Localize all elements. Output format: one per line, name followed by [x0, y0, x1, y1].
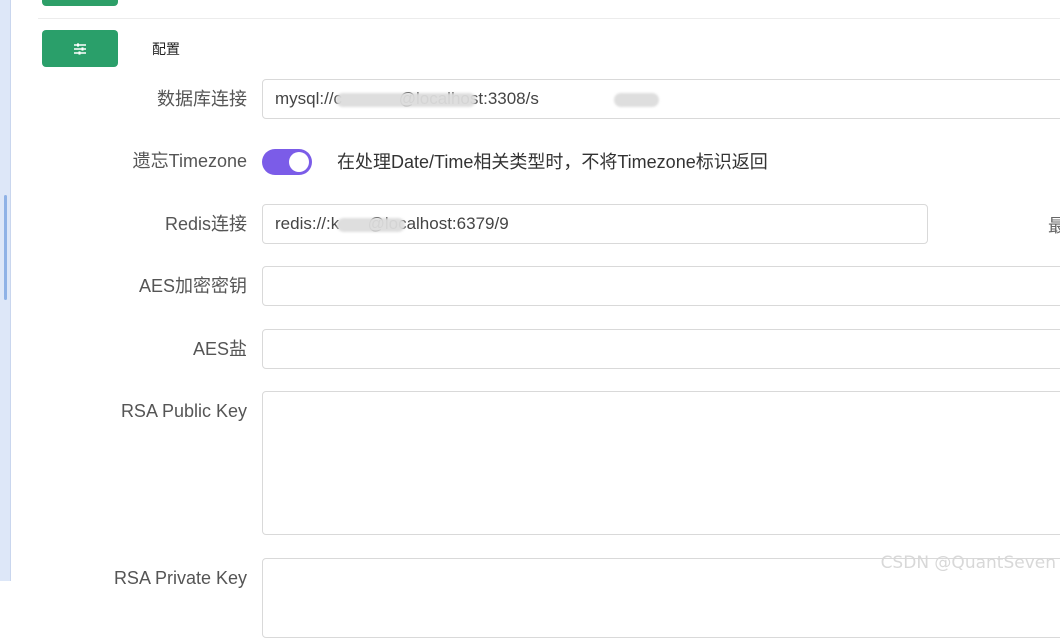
config-button[interactable]	[42, 30, 118, 67]
top-green-button-partial[interactable]	[42, 0, 118, 6]
database-redaction-mask-end	[614, 93, 659, 107]
right-edge-clipped-label: 最	[1048, 216, 1060, 236]
sliders-icon	[74, 42, 86, 55]
aes-key-label: AES加密密钥	[138, 276, 247, 296]
top-divider	[38, 18, 1060, 19]
toggle-knob	[289, 152, 309, 172]
left-scrollbar-thumb[interactable]	[4, 195, 7, 300]
rsa-private-key-label: RSA Private Key	[113, 568, 247, 588]
aes-key-input[interactable]	[262, 266, 1060, 306]
aes-salt-label: AES盐	[192, 339, 247, 359]
timezone-description: 在处理Date/Time相关类型时，不将Timezone标识返回	[337, 152, 768, 172]
page-title: 配置	[152, 41, 180, 57]
database-label: 数据库连接	[157, 89, 247, 109]
database-redaction-mask	[336, 93, 476, 107]
timezone-label: 遗忘Timezone	[132, 151, 247, 171]
rsa-public-key-label: RSA Public Key	[120, 401, 247, 421]
redis-label: Redis连接	[164, 214, 247, 234]
rsa-public-key-textarea[interactable]	[262, 391, 1060, 535]
timezone-toggle[interactable]	[262, 149, 312, 175]
csdn-watermark: CSDN @QuantSeven	[880, 553, 1056, 573]
left-scrollbar[interactable]	[0, 0, 11, 581]
aes-salt-input[interactable]	[262, 329, 1060, 369]
redis-redaction-mask	[337, 218, 405, 232]
